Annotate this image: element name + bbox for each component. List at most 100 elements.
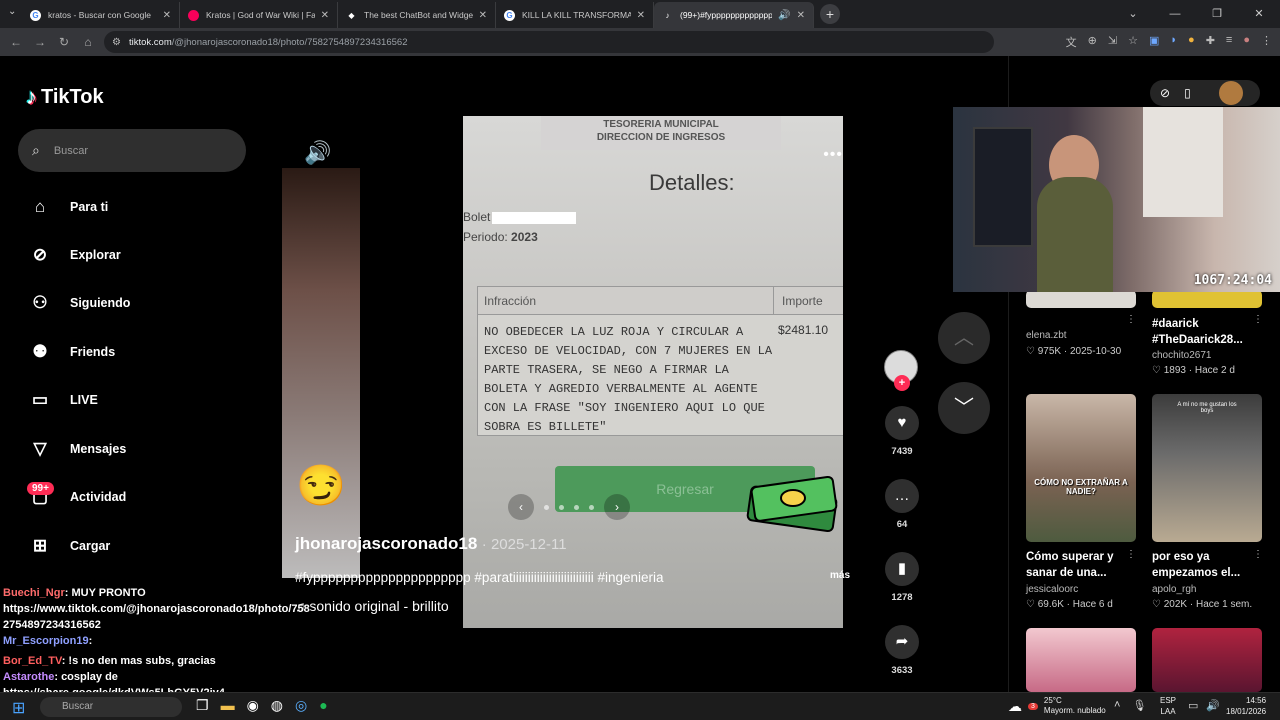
more-options-icon[interactable]: ••• — [823, 146, 843, 164]
close-icon[interactable]: ✕ — [637, 10, 645, 21]
extension-icon[interactable]: ◗ — [1170, 34, 1177, 50]
back-icon[interactable]: ← — [4, 35, 28, 49]
spotify-icon[interactable]: ● — [319, 697, 327, 714]
carousel-dot[interactable] — [559, 504, 564, 510]
sidebar-item-mensajes[interactable]: ▽ Mensajes — [26, 434, 126, 464]
close-icon[interactable]: ✕ — [797, 10, 805, 21]
language-indicator[interactable]: ESP LAA — [1160, 695, 1176, 717]
carousel-dot[interactable] — [574, 504, 579, 510]
obs-icon[interactable]: ◉ — [247, 697, 259, 714]
more-options-icon[interactable]: ⋮ — [1126, 549, 1136, 560]
see-more-link[interactable]: más — [830, 570, 850, 581]
browser-tab[interactable]: ◆ The best ChatBot and Widgets ✕ — [338, 2, 496, 28]
close-icon[interactable]: ✕ — [479, 10, 487, 21]
tab-search-icon[interactable]: ⌄ — [8, 6, 16, 17]
save-action[interactable]: ▮ 1278 — [884, 552, 920, 603]
taskbar-clock[interactable]: 14:56 18/01/2026 — [1226, 695, 1266, 717]
browser-tab[interactable]: G KILL LA KILL TRANSFORMADA ✕ — [496, 2, 654, 28]
search-input[interactable] — [53, 144, 214, 157]
speaker-icon[interactable]: 🔊 — [778, 10, 790, 21]
card-author[interactable]: apolo_rgh — [1152, 584, 1196, 595]
site-info-icon[interactable]: ⚙ — [112, 37, 121, 48]
file-explorer-icon[interactable]: ▬ — [221, 697, 235, 714]
windows-start-icon[interactable]: ⊞ — [12, 698, 25, 718]
like-action[interactable]: ♥ 7439 — [884, 406, 920, 457]
user-avatar[interactable] — [1218, 81, 1243, 105]
share-icon[interactable]: ➦ — [885, 625, 919, 659]
menu-icon[interactable]: ⋮ — [1261, 34, 1272, 50]
sidebar-item-para-ti[interactable]: ⌂ Para ti — [26, 192, 108, 222]
card-title[interactable]: #daarick #TheDaarick28... — [1152, 316, 1256, 348]
new-tab-button[interactable]: + — [820, 4, 840, 24]
card-title[interactable]: Cómo superar y sanar de una... — [1026, 549, 1130, 581]
puzzle-icon[interactable]: ✚ — [1206, 34, 1215, 50]
close-window-icon[interactable]: ✕ — [1238, 0, 1280, 28]
previous-video-thumbnail[interactable]: 😏 — [282, 168, 360, 578]
restore-icon[interactable]: ❐ — [1196, 0, 1238, 28]
weather-widget[interactable]: ☁ 3 25°C Mayorm. nublado — [1008, 696, 1106, 716]
url-field[interactable]: ⚙ tiktok.com /@jhonarojascoronado18/phot… — [104, 31, 994, 53]
forward-icon[interactable]: → — [28, 35, 52, 49]
carousel-prev-icon[interactable]: ‹ — [508, 494, 534, 520]
post-author[interactable]: jhonarojascoronado18 — [295, 534, 477, 553]
recommendation-thumbnail[interactable]: CÓMO NO EXTRAÑAR A NADIE? — [1026, 394, 1136, 542]
author-avatar[interactable]: + — [884, 350, 918, 391]
reload-icon[interactable]: ↻ — [52, 35, 76, 49]
recommendation-thumbnail[interactable] — [1152, 290, 1262, 308]
bookmark-icon[interactable]: ▮ — [885, 552, 919, 586]
recommendation-thumbnail[interactable] — [1026, 290, 1136, 308]
reading-list-icon[interactable]: ≡ — [1226, 34, 1232, 50]
share-action[interactable]: ➦ 3633 — [884, 625, 920, 676]
carousel-dot[interactable] — [544, 504, 549, 510]
tiktok-logo[interactable]: ♪ TikTok — [26, 84, 104, 110]
close-icon[interactable]: ✕ — [163, 10, 171, 21]
post-caption[interactable]: #fyppppppppppppppppppppp #paratiiiiiiiii… — [295, 570, 825, 585]
recommendation-thumbnail[interactable] — [1152, 628, 1262, 692]
more-options-icon[interactable]: ⋮ — [1126, 314, 1136, 325]
chevron-down-icon[interactable]: ⌄ — [1112, 0, 1154, 28]
card-author[interactable]: elena.zbt — [1026, 330, 1067, 341]
taskbar-search[interactable]: Buscar — [40, 697, 182, 717]
heart-icon[interactable]: ♥ — [885, 406, 919, 440]
comment-icon[interactable]: … — [885, 479, 919, 513]
sidebar-item-siguiendo[interactable]: ⚇ Siguiendo — [26, 288, 130, 318]
more-options-icon[interactable]: ⋮ — [1253, 549, 1263, 560]
next-post-button[interactable]: ﹀ — [938, 382, 990, 434]
phone-icon[interactable]: ▯ — [1184, 86, 1191, 100]
follow-plus-icon[interactable]: + — [894, 375, 910, 391]
task-view-icon[interactable]: ❐ — [196, 697, 209, 714]
app-icon[interactable]: ◍ — [271, 697, 283, 714]
previous-post-button[interactable]: ︿ — [938, 312, 990, 364]
sidebar-item-explorar[interactable]: ⊘ Explorar — [26, 240, 121, 270]
minimize-icon[interactable]: — — [1154, 0, 1196, 28]
chrome-icon[interactable]: ◎ — [295, 697, 307, 714]
bookmark-star-icon[interactable]: ☆ — [1128, 34, 1138, 50]
comment-action[interactable]: … 64 — [884, 479, 920, 530]
browser-tab[interactable]: Kratos | God of War Wiki | Fand ✕ — [180, 2, 338, 28]
carousel-next-icon[interactable]: › — [604, 494, 630, 520]
profile-icon[interactable]: ● — [1243, 34, 1250, 50]
microphone-icon[interactable]: 🎙 — [1132, 699, 1146, 712]
sidebar-item-live[interactable]: ▭ LIVE — [26, 385, 98, 415]
close-icon[interactable]: ✕ — [321, 10, 329, 21]
zoom-icon[interactable]: ⊕ — [1088, 34, 1097, 50]
quick-settings[interactable]: ▭ 🔊 — [1188, 699, 1220, 712]
volume-icon[interactable]: 🔊 — [304, 140, 331, 166]
extension-icon[interactable]: ● — [1188, 34, 1195, 50]
chevron-up-icon[interactable]: ˄ — [1114, 699, 1120, 712]
sidebar-item-friends[interactable]: ⚉ Friends — [26, 337, 115, 367]
search-box[interactable]: ⌕ — [18, 129, 246, 172]
card-title[interactable]: por eso ya empezamos el... — [1152, 549, 1256, 581]
home-icon[interactable]: ⌂ — [76, 35, 100, 49]
extension-icon[interactable]: ▣ — [1149, 34, 1159, 50]
install-icon[interactable]: ⇲ — [1108, 34, 1117, 50]
sidebar-item-cargar[interactable]: ⊞ Cargar — [26, 531, 110, 561]
browser-tab-active[interactable]: ♪ (99+)#fypppppppppppppp 🔊 ✕ — [654, 2, 814, 28]
translate-icon[interactable]: 文 — [1066, 34, 1077, 50]
card-author[interactable]: chochito2671 — [1152, 350, 1212, 361]
recommendation-thumbnail[interactable] — [1026, 628, 1136, 692]
carousel-dot[interactable] — [589, 504, 594, 510]
browser-tab[interactable]: G kratos - Buscar con Google ✕ — [22, 2, 180, 28]
recommendation-thumbnail[interactable]: A mí no me gustan los boys — [1152, 394, 1262, 542]
compass-icon[interactable]: ⊘ — [1160, 86, 1170, 100]
